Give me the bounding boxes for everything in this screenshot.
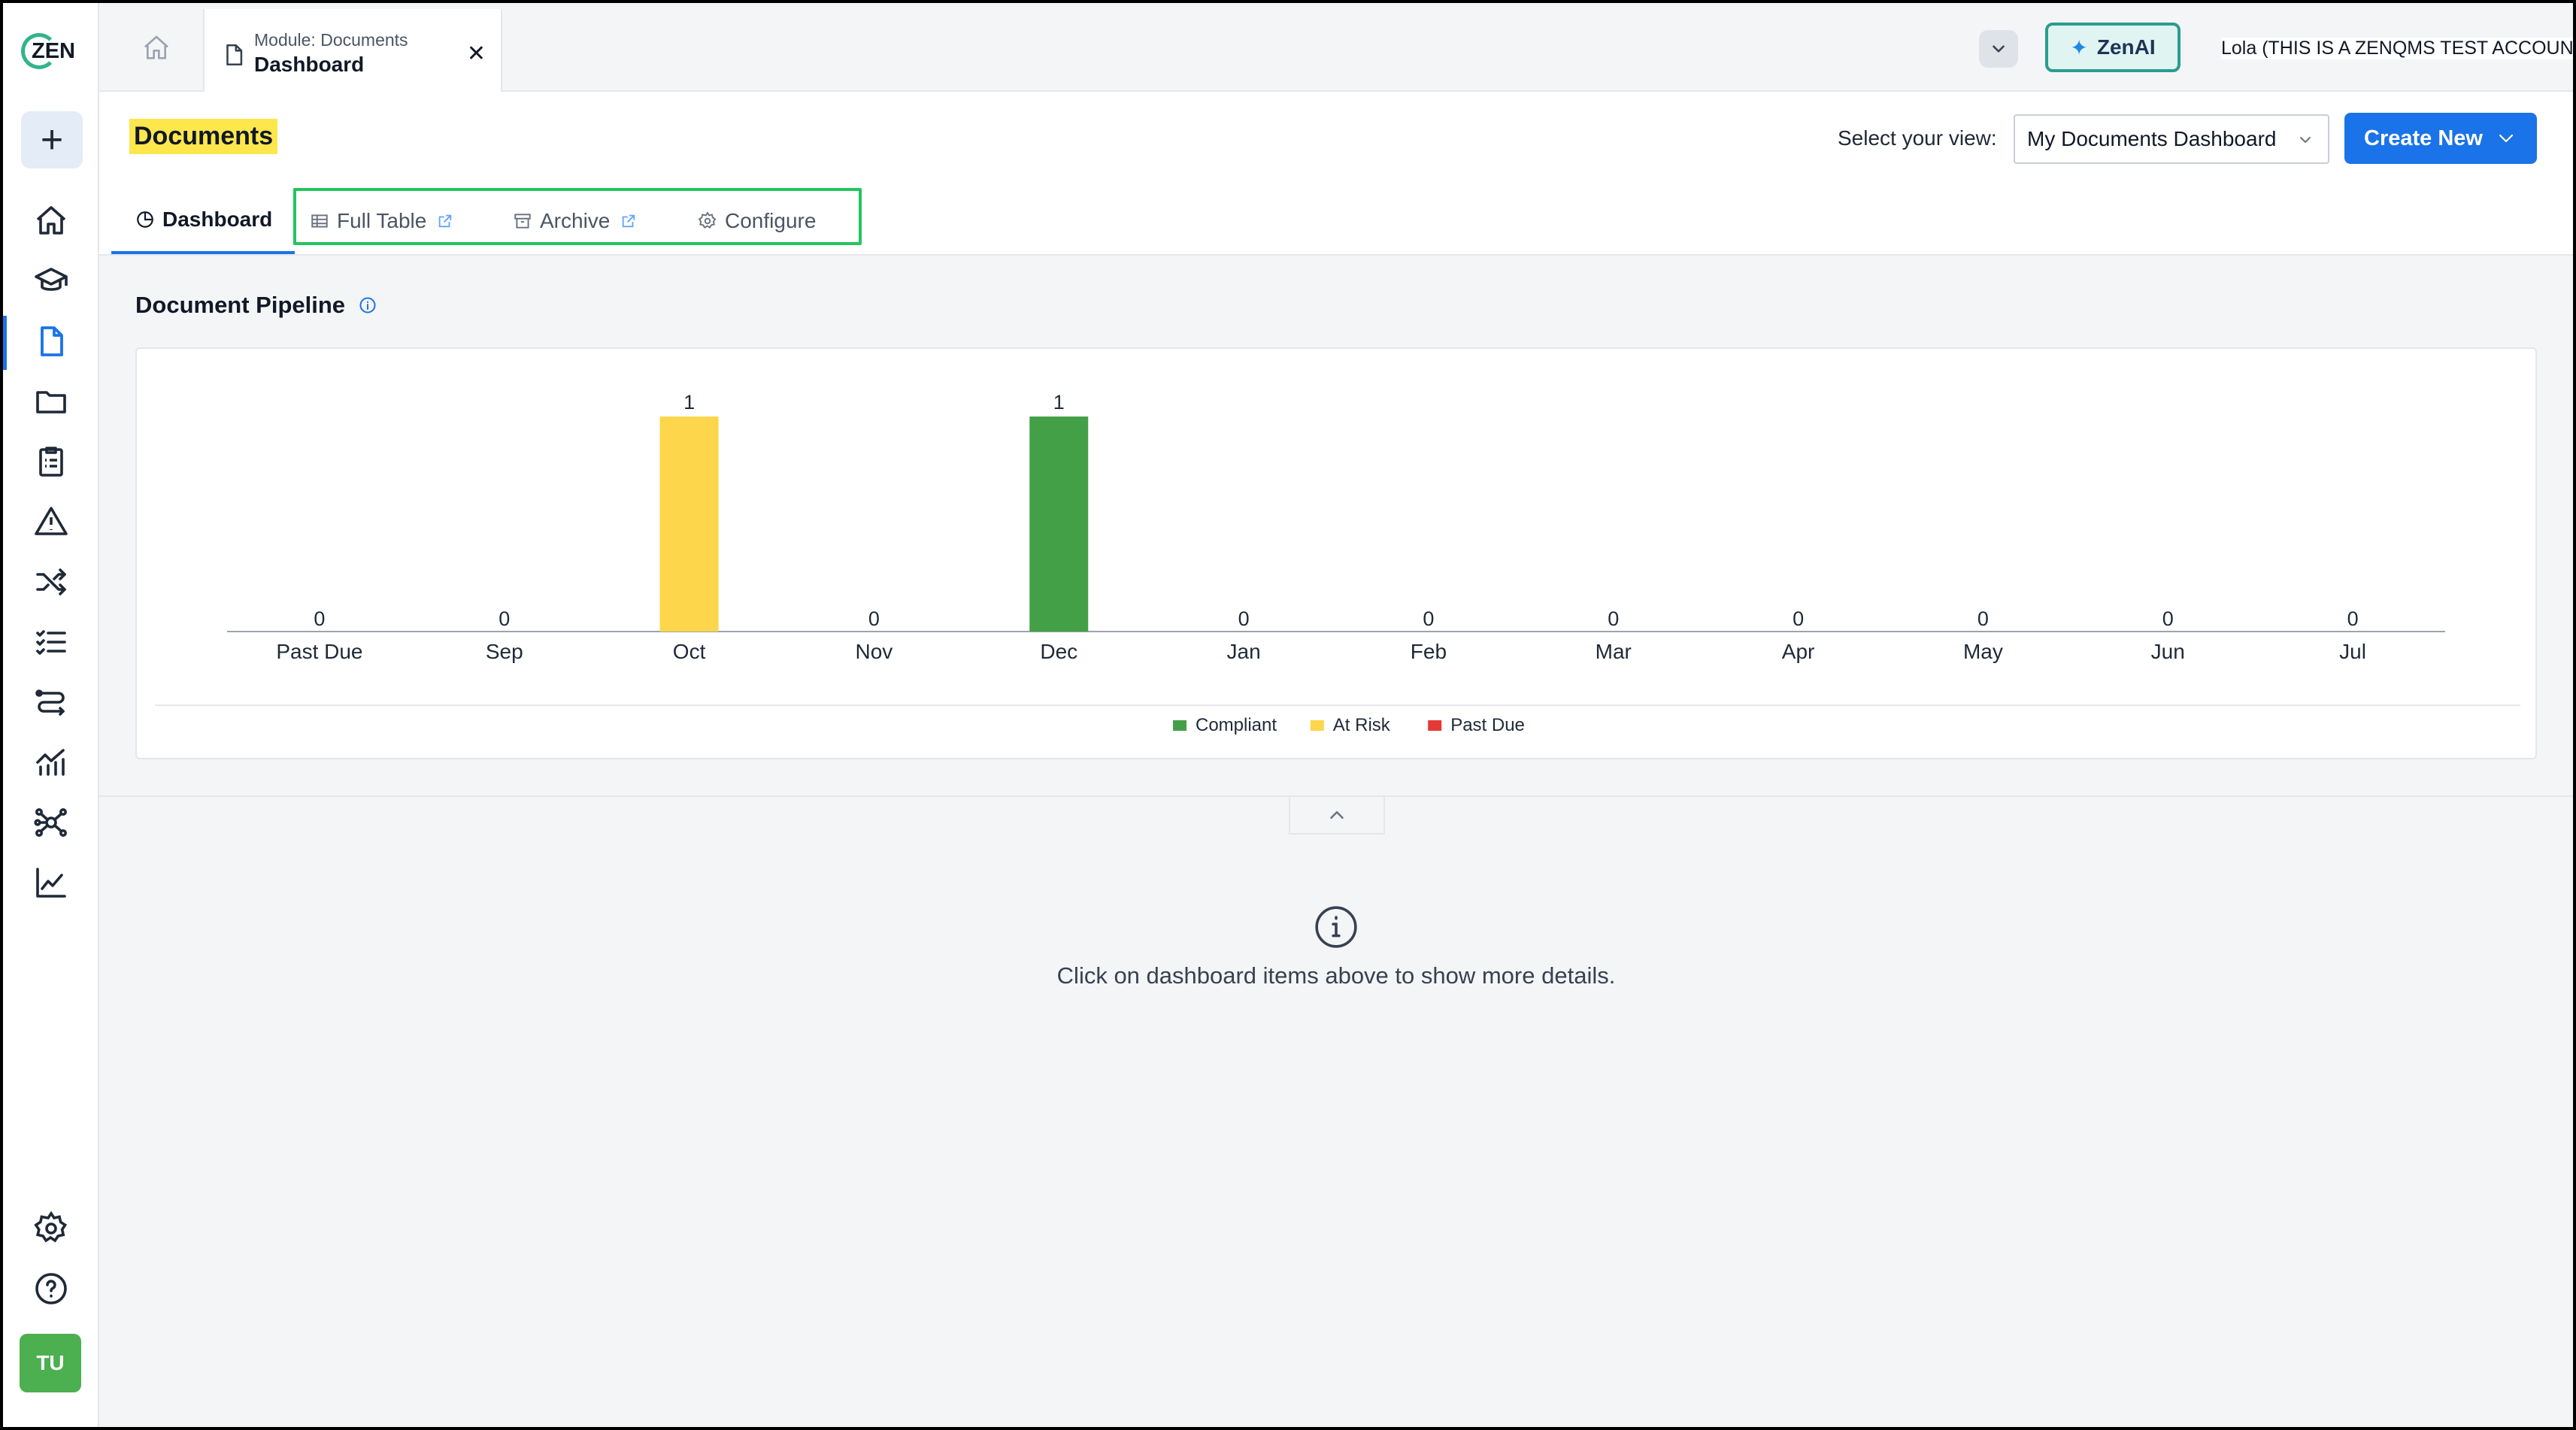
legend-label[interactable]: At Risk (1333, 715, 1391, 735)
x-tick-label: Dec (1040, 640, 1077, 663)
chevron-down-icon[interactable] (1979, 30, 2018, 68)
user-account-name[interactable]: Lola (THIS IS A ZENQMS TEST ACCOUNT) (2221, 38, 2576, 59)
x-tick-label: Feb (1411, 640, 1447, 663)
shuffle-icon[interactable] (30, 561, 72, 603)
avatar[interactable]: TU (20, 1334, 81, 1392)
pipeline-chart-card: 0 Past Due 0 Sep 1 Oct 0 Nov 1 Dec 0 Jan 0 Feb 0 Mar 0 Ap… (135, 347, 2537, 759)
zenai-label: ZenAI (2096, 35, 2156, 59)
top-bar: Module: Documents Dashboard ✕ ✦ ZenAI Lo… (99, 3, 2576, 95)
bar-at-risk[interactable] (659, 417, 719, 632)
data-label: 0 (1977, 607, 1989, 630)
create-new-label: Create New (2364, 126, 2483, 150)
data-label: 0 (2347, 607, 2359, 630)
zen-logo: ZEN (21, 32, 75, 71)
external-link-icon (439, 214, 452, 228)
pipeline-title-text: Document Pipeline (135, 292, 346, 318)
legend-swatch (1173, 720, 1186, 731)
view-tabs: Dashboard Full Table Archive Configure (111, 188, 1014, 254)
legend-label[interactable]: Past Due (1450, 715, 1525, 735)
x-tick-label: Mar (1596, 640, 1632, 663)
data-label: 1 (1053, 391, 1065, 414)
x-tick-label: Jul (2339, 640, 2366, 663)
document-pipeline-title: Document Pipeline (135, 292, 377, 319)
data-label: 0 (868, 607, 880, 630)
workflow-icon[interactable] (30, 681, 72, 723)
tab-full-table[interactable]: Full Table (310, 188, 453, 254)
chevron-down-icon (2300, 137, 2311, 143)
tab-archive-label: Archive (540, 209, 611, 232)
analytics-icon[interactable] (30, 741, 72, 783)
main-content: Documents Select your view: My Documents… (99, 92, 2573, 1427)
collapse-details-button[interactable] (1289, 797, 1385, 835)
open-tab-dashboard[interactable]: Module: Documents Dashboard ✕ (203, 9, 502, 95)
x-tick-label: Apr (1782, 640, 1815, 663)
archive-box-icon (514, 214, 531, 229)
info-icon[interactable] (359, 296, 377, 314)
clipboard-checklist-icon[interactable] (30, 441, 72, 483)
legend-swatch (1310, 720, 1324, 731)
home-icon[interactable] (30, 200, 72, 242)
x-tick-label: Jan (1227, 640, 1261, 663)
table-icon (311, 214, 328, 228)
details-empty-state: Click on dashboard items above to show m… (99, 904, 2573, 989)
tab-dashboard-label: Dashboard (162, 208, 273, 231)
legend-label[interactable]: Compliant (1196, 715, 1277, 735)
settings-icon[interactable] (30, 1207, 72, 1250)
zenai-button[interactable]: ✦ ZenAI (2045, 23, 2181, 72)
chevron-up-icon (1330, 811, 1344, 819)
data-label: 0 (1793, 607, 1804, 630)
data-label: 0 (2162, 607, 2174, 630)
folder-icon[interactable] (30, 380, 72, 423)
page-header: Documents Select your view: My Documents… (99, 92, 2573, 256)
x-tick-label: Jun (2151, 640, 2185, 663)
tab-module-label: Module: Documents (254, 30, 408, 50)
active-nav-indicator (3, 316, 7, 370)
gear-icon (698, 211, 717, 229)
external-link-icon (623, 214, 635, 228)
add-button[interactable]: + (21, 111, 83, 168)
data-label: 0 (499, 607, 510, 630)
x-tick-label: Sep (486, 640, 523, 663)
network-icon[interactable] (30, 801, 72, 844)
x-tick-label: Oct (673, 640, 706, 663)
data-label: 0 (314, 607, 325, 630)
document-icon (226, 44, 243, 66)
info-icon (1315, 906, 1357, 948)
graduation-cap-icon[interactable] (30, 260, 72, 302)
x-tick-label: Past Due (276, 640, 362, 663)
list-checks-icon[interactable] (30, 621, 72, 663)
tab-configure[interactable]: Configure (698, 188, 816, 254)
x-tick-label: Nov (856, 640, 893, 663)
tab-full-table-label: Full Table (337, 209, 427, 232)
tab-configure-label: Configure (725, 209, 817, 232)
pie-chart-icon (137, 211, 153, 228)
warning-triangle-icon[interactable] (30, 501, 72, 543)
create-new-button[interactable]: Create New (2344, 113, 2537, 164)
tab-dashboard[interactable]: Dashboard (111, 188, 295, 254)
chevron-down-icon (2499, 134, 2514, 143)
pipeline-bar-chart: 0 Past Due 0 Sep 1 Oct 0 Nov 1 Dec 0 Jan 0 Feb 0 Mar 0 Ap… (155, 391, 2520, 735)
tab-title: Dashboard (254, 53, 365, 76)
bar-compliant[interactable] (1029, 417, 1089, 632)
legend-swatch (1428, 720, 1442, 731)
view-select[interactable]: My Documents Dashboard (2014, 114, 2329, 164)
view-select-label: Select your view: (1838, 126, 1997, 150)
home-tab-icon[interactable] (141, 33, 177, 69)
data-label: 0 (1238, 607, 1250, 630)
x-tick-label: May (1963, 640, 2003, 663)
view-select-value: My Documents Dashboard (2027, 127, 2277, 150)
document-icon[interactable] (30, 320, 72, 362)
data-label: 1 (683, 391, 695, 414)
sparkle-icon: ✦ (2070, 35, 2088, 59)
close-icon[interactable]: ✕ (467, 41, 486, 67)
page-title: Documents (129, 119, 278, 154)
tab-archive[interactable]: Archive (513, 188, 637, 254)
sidebar: ZEN ☰ + TU (3, 3, 117, 1427)
data-label: 0 (1608, 607, 1619, 630)
help-icon[interactable] (30, 1268, 72, 1310)
line-chart-icon[interactable] (30, 862, 72, 904)
data-label: 0 (1423, 607, 1434, 630)
empty-state-message: Click on dashboard items above to show m… (1056, 962, 1616, 989)
